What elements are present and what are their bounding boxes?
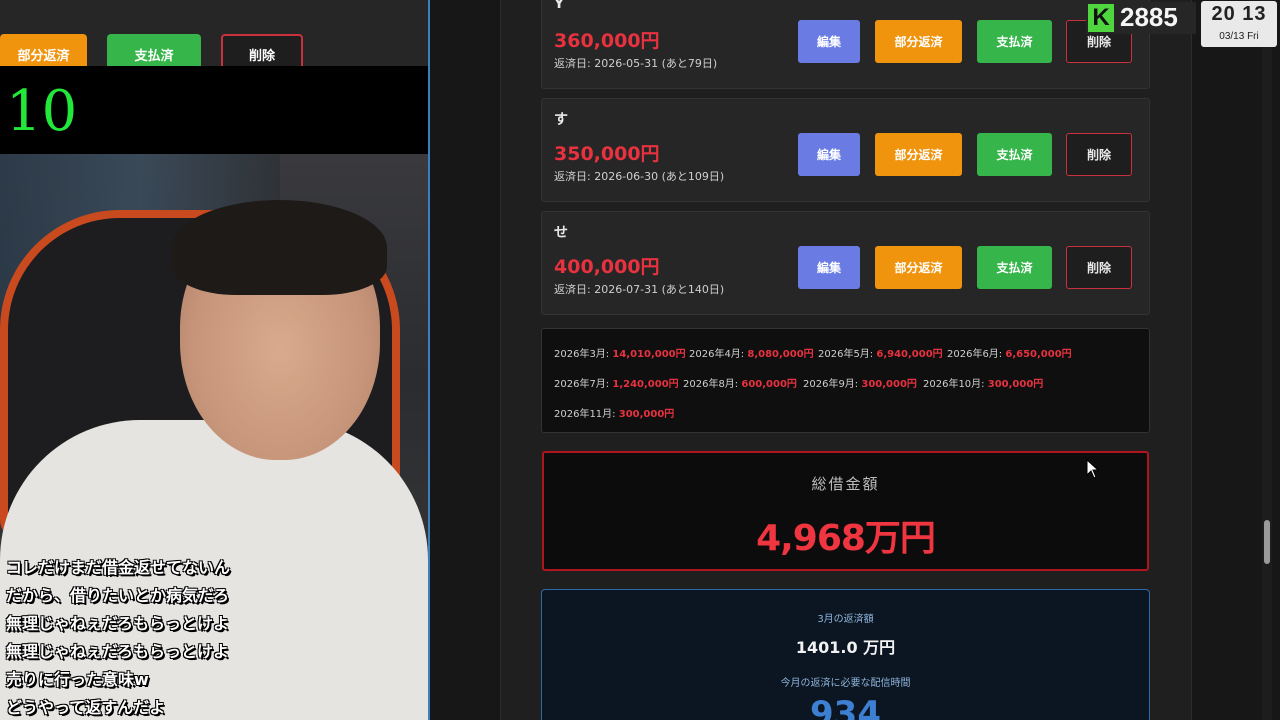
screen: 部分返済 支払済 削除 10 コレだけまだ借金返せてないん だから、借りたいとか… [0, 0, 1280, 720]
month-entry: 2026年6月: 6,650,000円 [947, 349, 1072, 360]
edit-button[interactable]: 編集 [798, 20, 860, 63]
debt-name: Y [554, 0, 565, 12]
repay-month-label: 3月の返済額 [817, 614, 874, 625]
subtitle-block: コレだけまだ借金返せてないん だから、借りたいとか病気だろ 無理じゃねぇだろもら… [6, 554, 286, 720]
webcam-panel: 部分返済 支払済 削除 10 コレだけまだ借金返せてないん だから、借りたいとか… [0, 0, 428, 720]
mark-paid-button[interactable]: 支払済 [977, 20, 1052, 63]
edit-button[interactable]: 編集 [798, 246, 860, 289]
stream-hours-label: 今月の返済に必要な配信時間 [780, 678, 911, 689]
month-entry: 2026年7月: 1,240,000円 [554, 379, 679, 390]
delete-button[interactable]: 削除 [1066, 246, 1132, 289]
subtitle-line: どうやって返すんだよ [6, 698, 166, 717]
delete-button[interactable]: 削除 [1066, 133, 1132, 176]
month-entry: 2026年4月: 8,080,000円 [689, 349, 814, 360]
debt-amount: 400,000円 [554, 256, 660, 278]
debt-card: Y 360,000円 返済日: 2026-05-31 (あと79日) 編集 部分… [541, 0, 1150, 89]
subtitle-line: 無理じゃねぇだろもらっとけよ [6, 614, 230, 633]
mouse-cursor-icon [1086, 459, 1100, 479]
month-entry: 2026年10月: 300,000円 [923, 379, 1044, 390]
debt-due-date: 返済日: 2026-05-31 (あと79日) [554, 57, 718, 70]
debt-due-date: 返済日: 2026-06-30 (あと109日) [554, 170, 725, 183]
scrollbar-thumb[interactable] [1264, 520, 1270, 564]
month-entry: 2026年8月: 600,000円 [683, 379, 797, 390]
month-entry: 2026年11月: 300,000円 [554, 409, 675, 420]
counter-number: 10 [6, 79, 78, 144]
partial-repay-button[interactable]: 部分返済 [875, 133, 962, 176]
total-debt-value: 4,968万円 [756, 518, 936, 559]
debt-card: す 350,000円 返済日: 2026-06-30 (あと109日) 編集 部… [541, 98, 1150, 202]
total-debt-label: 総借金額 [811, 475, 880, 493]
streamer-hair [172, 200, 387, 295]
subtitle-line: コレだけまだ借金返せてないん [6, 558, 231, 577]
subtitle-line: だから、借りたいとか病気だろ [6, 586, 230, 605]
debt-name: せ [554, 225, 568, 241]
viewer-count: 2885 [1120, 2, 1178, 32]
repayment-panel: 3月の返済額 1401.0 万円 今月の返済に必要な配信時間 934 [541, 589, 1150, 720]
repay-month-value: 1401.0 万円 [795, 638, 896, 657]
debt-due-date: 返済日: 2026-07-31 (あと140日) [554, 283, 725, 296]
scrollbar-track[interactable] [1262, 0, 1272, 720]
month-entry: 2026年3月: 14,010,000円 [554, 349, 686, 360]
kick-logo-icon: K [1088, 4, 1114, 32]
stream-hours-value: 934 [810, 694, 881, 720]
partial-repay-button[interactable]: 部分返済 [875, 20, 962, 63]
subtitle-line: 無理じゃねぇだろもらっとけよ [6, 642, 230, 661]
total-debt-panel: 総借金額 4,968万円 [542, 451, 1149, 571]
debt-card: せ 400,000円 返済日: 2026-07-31 (あと140日) 編集 部… [541, 211, 1150, 315]
subtitle-line: 売りに行った意味w [6, 670, 149, 689]
monthly-breakdown: 2026年3月: 14,010,000円 2026年4月: 8,080,000円… [541, 328, 1150, 433]
clock-time: 20 13 [1211, 3, 1267, 25]
clock-date: 03/13 Fri [1219, 31, 1259, 42]
month-entry: 2026年9月: 300,000円 [803, 379, 917, 390]
clock-widget: 20 13 03/13 Fri [1201, 1, 1277, 47]
mark-paid-button[interactable]: 支払済 [977, 133, 1052, 176]
debt-amount: 360,000円 [554, 30, 660, 52]
edit-button[interactable]: 編集 [798, 133, 860, 176]
partial-repay-button[interactable]: 部分返済 [875, 246, 962, 289]
mark-paid-button[interactable]: 支払済 [977, 246, 1052, 289]
debt-amount: 350,000円 [554, 143, 660, 165]
month-entry: 2026年5月: 6,940,000円 [818, 349, 943, 360]
debt-name: す [554, 112, 568, 128]
